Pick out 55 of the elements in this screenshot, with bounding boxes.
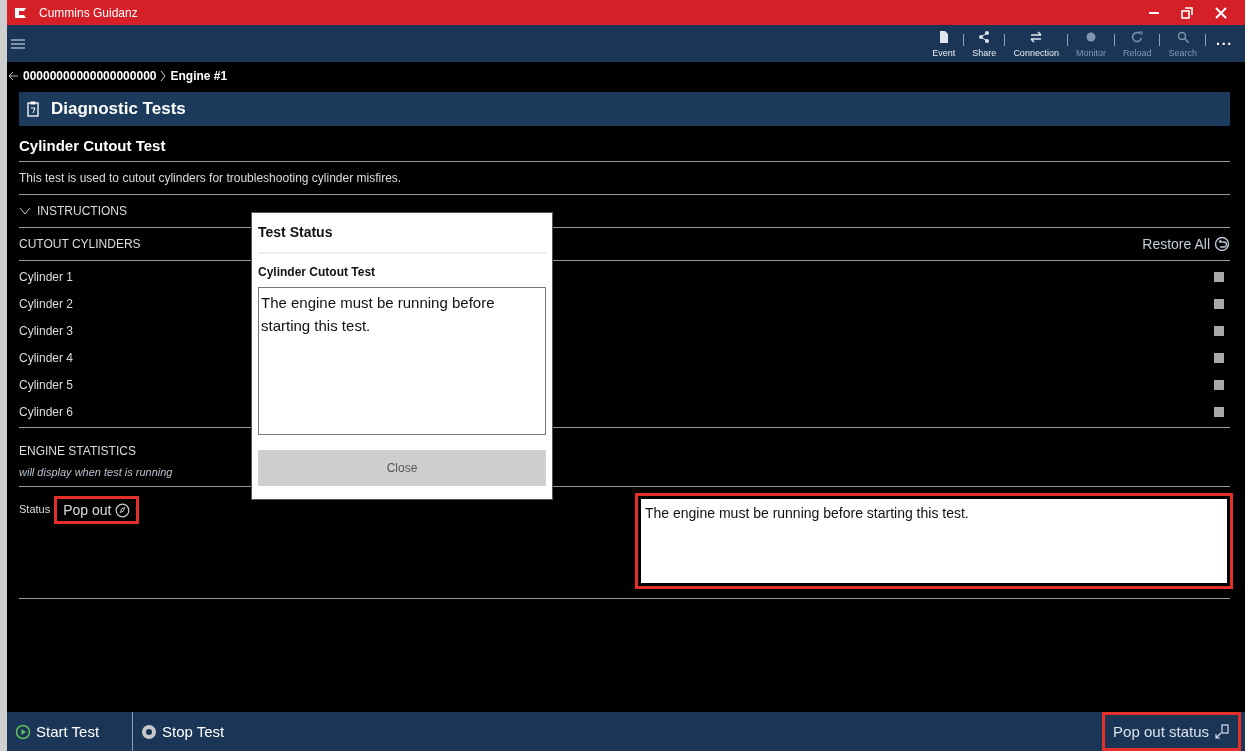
window-title: Cummins Guidanz [39,5,139,20]
dialog-title: Test Status [258,213,546,254]
reload-icon [1130,29,1145,44]
cylinder-label: Cylinder 4 [19,350,74,365]
menu-icon [11,37,25,50]
close-icon [1215,6,1227,19]
toolbar-button[interactable]: Event [930,27,958,60]
cylinder-label: Cylinder 2 [19,296,74,311]
cylinder-label: Cylinder 3 [19,323,74,338]
status-text-box: The engine must be running before starting this test. [641,499,1227,583]
play-circle-icon [15,723,31,740]
cylinder-label: Cylinder 1 [19,269,74,284]
restore-all-button[interactable]: Restore All [1142,236,1230,252]
undo-circle-icon [1214,236,1230,252]
more-button[interactable]: ··· [1212,35,1237,52]
instructions-toggle[interactable]: INSTRUCTIONS [19,204,127,218]
checkbox[interactable] [1214,379,1224,390]
swap-arrows-icon [1029,29,1044,44]
pop-out-status-button[interactable]: Pop out status [1102,712,1241,751]
chevron-right-icon [160,70,167,82]
dialog-subtitle: Cylinder Cutout Test [258,264,377,281]
test-title: Cylinder Cutout Test [19,126,1230,162]
checkbox[interactable] [1214,271,1224,282]
checkbox[interactable] [1214,406,1224,417]
section-label: ENGINE STATISTICS [19,444,137,458]
minimize-icon [1149,11,1159,14]
cylinder-label: Cylinder 5 [19,377,74,392]
section-label: CUTOUT CYLINDERS [19,237,141,251]
search-icon [1175,29,1190,44]
checkbox[interactable] [1214,325,1224,336]
logo-icon [13,5,29,20]
message-box: The engine must be running before starting this test. [258,287,546,435]
checkbox[interactable] [1214,298,1224,309]
pop-out-icon [1214,723,1230,740]
back-arrow-icon [7,69,19,83]
toolbar-button[interactable]: Share [970,27,999,60]
start-test-button[interactable]: Start Test [7,712,133,751]
stop-circle-icon [141,723,157,740]
compass-icon [115,502,131,518]
checkbox[interactable] [1214,352,1224,363]
chevron-down-icon [19,207,31,215]
pop-out-button[interactable]: Pop out [54,496,140,524]
breadcrumb-link[interactable]: Engine #1 [170,69,228,83]
cylinder-label: Cylinder 6 [19,404,74,419]
status-note: will display when test is running [19,466,173,478]
stop-test-button[interactable]: Stop Test [133,712,233,751]
share-icon [977,29,992,44]
page-title: Diagnostic Tests [51,99,186,119]
status-label: Status [19,503,51,515]
clipboard-icon [27,101,39,117]
breadcrumb-link[interactable]: 00000000000000000000 [23,69,157,83]
restore-icon [1181,6,1193,19]
toolbar-button[interactable]: Connection [1011,27,1061,60]
close-button[interactable]: Close [258,450,546,486]
test-description: This test is used to cutout cylinders for troubleshooting cylinder misfires. [19,171,402,185]
